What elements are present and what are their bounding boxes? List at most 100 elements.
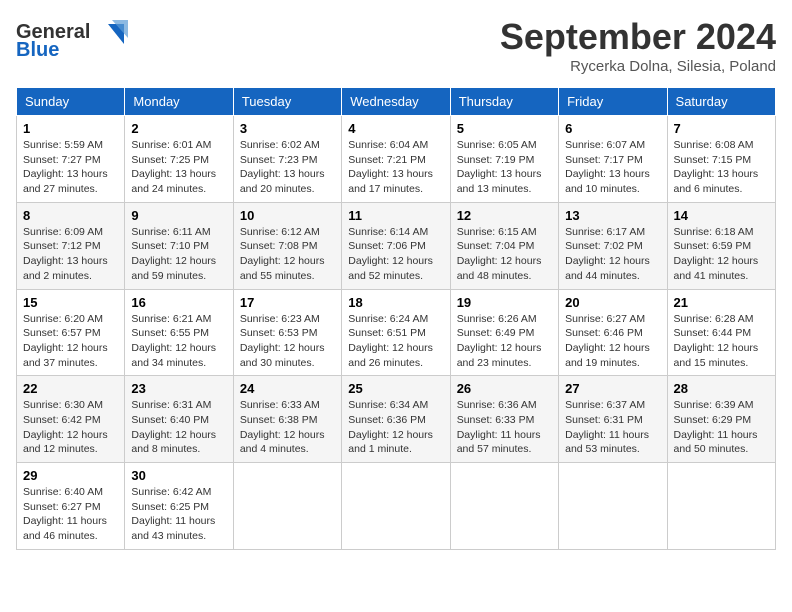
calendar-day-23: 23Sunrise: 6:31 AM Sunset: 6:40 PM Dayli…: [125, 376, 233, 463]
day-info: Sunrise: 6:34 AM Sunset: 6:36 PM Dayligh…: [348, 398, 443, 457]
day-info: Sunrise: 6:23 AM Sunset: 6:53 PM Dayligh…: [240, 312, 335, 371]
calendar-day-3: 3 Sunrise: 6:02 AM Sunset: 7:23 PM Daylig…: [233, 116, 341, 203]
calendar-day-5: 5 Sunrise: 6:05 AM Sunset: 7:19 PM Daylig…: [450, 116, 558, 203]
day-number: 4: [348, 121, 443, 136]
calendar-day-14: 14 Sunrise: 6:18 AM Sunset: 6:59 PM Dayli…: [667, 202, 775, 289]
day-number: 26: [457, 381, 552, 396]
logo-text: General Blue: [16, 16, 136, 66]
calendar-week-3: 15 Sunrise: 6:20 AM Sunset: 6:57 PM Dayli…: [17, 289, 776, 376]
calendar-day-4: 4 Sunrise: 6:04 AM Sunset: 7:21 PM Daylig…: [342, 116, 450, 203]
calendar-week-4: 22Sunrise: 6:30 AM Sunset: 6:42 PM Dayli…: [17, 376, 776, 463]
day-number: 20: [565, 295, 660, 310]
day-info: Sunrise: 6:17 AM Sunset: 7:02 PM Dayligh…: [565, 225, 660, 284]
calendar-week-2: 8 Sunrise: 6:09 AM Sunset: 7:12 PM Daylig…: [17, 202, 776, 289]
weekday-sunday: Sunday: [17, 88, 125, 116]
day-info: Sunrise: 6:37 AM Sunset: 6:31 PM Dayligh…: [565, 398, 660, 457]
location: Rycerka Dolna, Silesia, Poland: [500, 58, 776, 75]
weekday-saturday: Saturday: [667, 88, 775, 116]
day-info: Sunrise: 6:01 AM Sunset: 7:25 PM Dayligh…: [131, 138, 226, 197]
calendar-day-17: 17 Sunrise: 6:23 AM Sunset: 6:53 PM Dayli…: [233, 289, 341, 376]
calendar-day-27: 27 Sunrise: 6:37 AM Sunset: 6:31 PM Dayli…: [559, 376, 667, 463]
day-number: 29: [23, 468, 118, 483]
calendar-day-21: 21 Sunrise: 6:28 AM Sunset: 6:44 PM Dayli…: [667, 289, 775, 376]
day-number: 5: [457, 121, 552, 136]
day-info: Sunrise: 6:09 AM Sunset: 7:12 PM Dayligh…: [23, 225, 118, 284]
calendar-table: SundayMondayTuesdayWednesdayThursdayFrid…: [16, 87, 776, 550]
weekday-wednesday: Wednesday: [342, 88, 450, 116]
day-info: Sunrise: 6:33 AM Sunset: 6:38 PM Dayligh…: [240, 398, 335, 457]
day-info: Sunrise: 6:36 AM Sunset: 6:33 PM Dayligh…: [457, 398, 552, 457]
page-header: General Blue September 2024 Rycerka Doln…: [16, 16, 776, 75]
day-number: 27: [565, 381, 660, 396]
calendar-day-28: 28 Sunrise: 6:39 AM Sunset: 6:29 PM Dayli…: [667, 376, 775, 463]
day-number: 21: [674, 295, 769, 310]
day-number: 14: [674, 208, 769, 223]
day-info: Sunrise: 6:14 AM Sunset: 7:06 PM Dayligh…: [348, 225, 443, 284]
day-number: 8: [23, 208, 118, 223]
calendar-day-12: 12Sunrise: 6:15 AM Sunset: 7:04 PM Dayli…: [450, 202, 558, 289]
day-info: Sunrise: 6:05 AM Sunset: 7:19 PM Dayligh…: [457, 138, 552, 197]
calendar-day-25: 25 Sunrise: 6:34 AM Sunset: 6:36 PM Dayli…: [342, 376, 450, 463]
day-number: 28: [674, 381, 769, 396]
day-number: 3: [240, 121, 335, 136]
day-number: 10: [240, 208, 335, 223]
calendar-day-13: 13Sunrise: 6:17 AM Sunset: 7:02 PM Dayli…: [559, 202, 667, 289]
day-number: 2: [131, 121, 226, 136]
calendar-week-5: 29 Sunrise: 6:40 AM Sunset: 6:27 PM Dayli…: [17, 463, 776, 550]
calendar-day-19: 19Sunrise: 6:26 AM Sunset: 6:49 PM Dayli…: [450, 289, 558, 376]
day-info: Sunrise: 6:21 AM Sunset: 6:55 PM Dayligh…: [131, 312, 226, 371]
calendar-day-16: 16 Sunrise: 6:21 AM Sunset: 6:55 PM Dayli…: [125, 289, 233, 376]
day-info: Sunrise: 6:20 AM Sunset: 6:57 PM Dayligh…: [23, 312, 118, 371]
day-number: 16: [131, 295, 226, 310]
day-info: Sunrise: 6:04 AM Sunset: 7:21 PM Dayligh…: [348, 138, 443, 197]
day-info: Sunrise: 6:27 AM Sunset: 6:46 PM Dayligh…: [565, 312, 660, 371]
calendar-day-7: 7 Sunrise: 6:08 AM Sunset: 7:15 PM Daylig…: [667, 116, 775, 203]
day-info: Sunrise: 6:39 AM Sunset: 6:29 PM Dayligh…: [674, 398, 769, 457]
day-number: 30: [131, 468, 226, 483]
day-number: 18: [348, 295, 443, 310]
weekday-header-row: SundayMondayTuesdayWednesdayThursdayFrid…: [17, 88, 776, 116]
day-number: 7: [674, 121, 769, 136]
day-info: Sunrise: 6:02 AM Sunset: 7:23 PM Dayligh…: [240, 138, 335, 197]
calendar-day-6: 6 Sunrise: 6:07 AM Sunset: 7:17 PM Daylig…: [559, 116, 667, 203]
day-info: Sunrise: 6:24 AM Sunset: 6:51 PM Dayligh…: [348, 312, 443, 371]
day-info: Sunrise: 6:08 AM Sunset: 7:15 PM Dayligh…: [674, 138, 769, 197]
calendar-day-11: 11 Sunrise: 6:14 AM Sunset: 7:06 PM Dayli…: [342, 202, 450, 289]
month-title: September 2024: [500, 16, 776, 58]
day-number: 24: [240, 381, 335, 396]
day-number: 15: [23, 295, 118, 310]
day-number: 17: [240, 295, 335, 310]
empty-cell: [233, 463, 341, 550]
calendar-week-1: 1Sunrise: 5:59 AM Sunset: 7:27 PM Daylig…: [17, 116, 776, 203]
day-info: Sunrise: 5:59 AM Sunset: 7:27 PM Dayligh…: [23, 138, 118, 197]
calendar-day-26: 26 Sunrise: 6:36 AM Sunset: 6:33 PM Dayli…: [450, 376, 558, 463]
empty-cell: [667, 463, 775, 550]
day-number: 6: [565, 121, 660, 136]
day-info: Sunrise: 6:28 AM Sunset: 6:44 PM Dayligh…: [674, 312, 769, 371]
calendar-day-2: 2 Sunrise: 6:01 AM Sunset: 7:25 PM Daylig…: [125, 116, 233, 203]
day-info: Sunrise: 6:07 AM Sunset: 7:17 PM Dayligh…: [565, 138, 660, 197]
calendar-day-29: 29 Sunrise: 6:40 AM Sunset: 6:27 PM Dayli…: [17, 463, 125, 550]
calendar-day-15: 15 Sunrise: 6:20 AM Sunset: 6:57 PM Dayli…: [17, 289, 125, 376]
calendar-day-24: 24 Sunrise: 6:33 AM Sunset: 6:38 PM Dayli…: [233, 376, 341, 463]
day-number: 25: [348, 381, 443, 396]
weekday-friday: Friday: [559, 88, 667, 116]
day-info: Sunrise: 6:26 AM Sunset: 6:49 PM Dayligh…: [457, 312, 552, 371]
calendar-day-18: 18 Sunrise: 6:24 AM Sunset: 6:51 PM Dayli…: [342, 289, 450, 376]
calendar-day-22: 22Sunrise: 6:30 AM Sunset: 6:42 PM Dayli…: [17, 376, 125, 463]
day-number: 11: [348, 208, 443, 223]
day-info: Sunrise: 6:18 AM Sunset: 6:59 PM Dayligh…: [674, 225, 769, 284]
calendar-day-20: 20 Sunrise: 6:27 AM Sunset: 6:46 PM Dayli…: [559, 289, 667, 376]
day-info: Sunrise: 6:12 AM Sunset: 7:08 PM Dayligh…: [240, 225, 335, 284]
day-info: Sunrise: 6:15 AM Sunset: 7:04 PM Dayligh…: [457, 225, 552, 284]
calendar-day-1: 1Sunrise: 5:59 AM Sunset: 7:27 PM Daylig…: [17, 116, 125, 203]
calendar-day-8: 8 Sunrise: 6:09 AM Sunset: 7:12 PM Daylig…: [17, 202, 125, 289]
day-info: Sunrise: 6:11 AM Sunset: 7:10 PM Dayligh…: [131, 225, 226, 284]
day-info: Sunrise: 6:42 AM Sunset: 6:25 PM Dayligh…: [131, 485, 226, 544]
weekday-monday: Monday: [125, 88, 233, 116]
weekday-thursday: Thursday: [450, 88, 558, 116]
day-info: Sunrise: 6:40 AM Sunset: 6:27 PM Dayligh…: [23, 485, 118, 544]
logo: General Blue: [16, 16, 136, 66]
calendar-day-30: 30 Sunrise: 6:42 AM Sunset: 6:25 PM Dayli…: [125, 463, 233, 550]
title-block: September 2024 Rycerka Dolna, Silesia, P…: [500, 16, 776, 75]
